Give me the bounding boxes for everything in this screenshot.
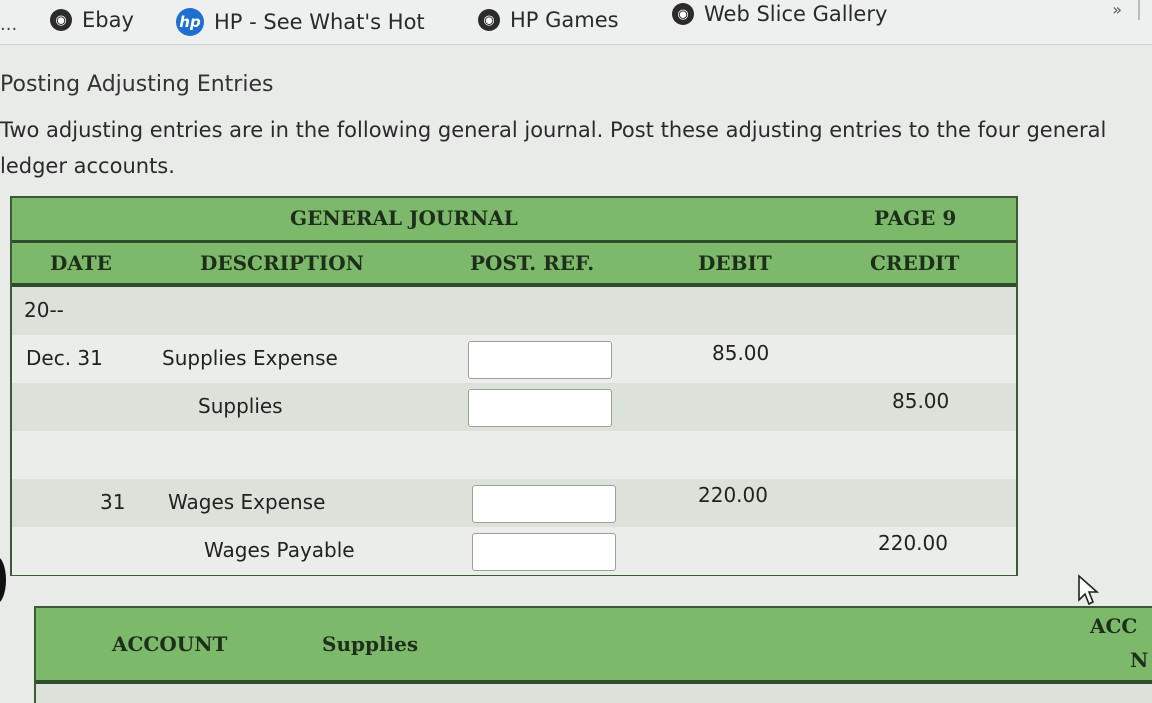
ledger-account-supplies: ACCOUNT Supplies ACC N <box>34 606 1152 703</box>
ledger-row <box>36 684 1152 703</box>
row-date: 31 <box>100 490 126 514</box>
ledger-account-no-label-2: N <box>1130 648 1149 672</box>
row-description: Supplies <box>198 394 283 418</box>
general-journal: GENERAL JOURNAL PAGE 9 DATE DESCRIPTION … <box>10 196 1018 576</box>
post-ref-input[interactable] <box>468 389 612 427</box>
page-title: Posting Adjusting Entries <box>0 72 274 97</box>
favorite-hp-games[interactable]: ◉ HP Games <box>478 8 619 32</box>
post-ref-input[interactable] <box>472 533 616 571</box>
row-date: Dec. 31 <box>26 346 103 370</box>
journal-rows: 20-- Dec. 31 Supplies Expense 85.00 Supp… <box>12 287 1016 575</box>
chevron-more-icon[interactable]: » <box>1112 0 1122 19</box>
table-row: Wages Payable 220.00 <box>12 527 1016 575</box>
globe-icon: ◉ <box>50 9 72 31</box>
row-credit: 85.00 <box>892 389 950 413</box>
row-description: Wages Payable <box>204 538 355 562</box>
favorite-ebay[interactable]: ◉ Ebay <box>50 8 134 32</box>
col-post-ref: POST. REF. <box>470 251 595 275</box>
table-row: 31 Wages Expense 220.00 <box>12 479 1016 527</box>
post-ref-input[interactable] <box>468 341 612 379</box>
table-row: Dec. 31 Supplies Expense 85.00 <box>12 335 1016 383</box>
col-debit: DEBIT <box>698 251 772 275</box>
instructions-text: Two adjusting entries are in the followi… <box>0 118 1107 178</box>
journal-page: PAGE 9 <box>874 206 957 230</box>
row-description: Wages Expense <box>168 490 326 514</box>
globe-icon: ◉ <box>672 3 694 25</box>
favorite-web-slice-gallery[interactable]: ◉ Web Slice Gallery <box>672 2 887 26</box>
favorite-hp-see-whats-hot[interactable]: hp HP - See What's Hot <box>176 8 425 36</box>
favorite-label: Ebay <box>82 8 134 32</box>
favorite-label: HP - See What's Hot <box>214 10 425 34</box>
col-date: DATE <box>50 251 112 275</box>
table-row: 20-- <box>12 287 1016 335</box>
post-ref-input[interactable] <box>472 485 616 523</box>
favorite-label: Web Slice Gallery <box>704 2 888 26</box>
toolbar-separator <box>1138 0 1140 20</box>
table-row <box>12 431 1016 479</box>
row-description: Supplies Expense <box>162 346 338 370</box>
row-date: 20-- <box>24 298 64 322</box>
globe-icon: ◉ <box>478 9 500 31</box>
row-credit: 220.00 <box>878 531 948 555</box>
journal-column-headers: DATE DESCRIPTION POST. REF. DEBIT CREDIT <box>12 243 1016 287</box>
row-debit: 220.00 <box>698 483 768 507</box>
col-description: DESCRIPTION <box>200 251 364 275</box>
col-credit: CREDIT <box>870 251 960 275</box>
hp-logo-icon: hp <box>176 8 204 36</box>
favorites-bar: ... ◉ Ebay hp HP - See What's Hot ◉ HP G… <box>0 0 1152 45</box>
favorites-overflow[interactable]: ... <box>0 14 17 35</box>
ledger-account-label: ACCOUNT <box>112 632 228 656</box>
ledger-account-no-label: ACC <box>1090 614 1138 638</box>
table-row: Supplies 85.00 <box>12 383 1016 431</box>
scroll-edge-marker <box>0 556 6 604</box>
journal-header: GENERAL JOURNAL PAGE 9 <box>12 198 1016 243</box>
row-debit: 85.00 <box>712 341 770 365</box>
ledger-account-name: Supplies <box>322 632 419 656</box>
mouse-cursor-icon <box>1078 574 1100 606</box>
favorite-label: HP Games <box>510 8 619 32</box>
journal-title: GENERAL JOURNAL <box>290 206 518 230</box>
